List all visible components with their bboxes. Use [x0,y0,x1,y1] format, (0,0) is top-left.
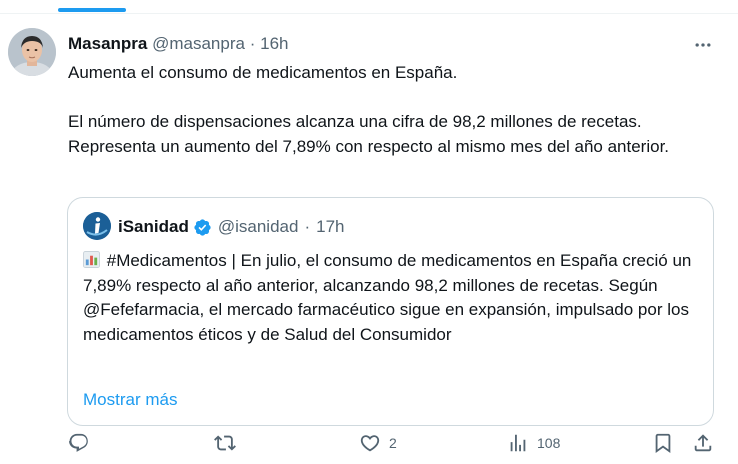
author-name[interactable]: Masanpra [68,34,147,53]
quoted-author-avatar[interactable] [83,212,111,240]
tweet-text: Aumenta el consumo de medicamentos en Es… [68,61,698,159]
author-handle[interactable]: @masanpra [152,34,245,53]
author-avatar[interactable] [8,28,56,76]
like-count: 2 [389,435,397,451]
views-button[interactable]: 108 [507,428,560,458]
quoted-tweet-text: #Medicamentos | En julio, el consumo de … [83,249,703,347]
show-more-link[interactable]: Mostrar más [83,388,177,412]
tweet[interactable]: Masanpra @masanpra · 16h Aumenta el cons… [0,14,738,464]
tweet-text-line: Aumenta el consumo de medicamentos en Es… [68,63,458,82]
views-count: 108 [537,435,561,451]
quoted-tweet-timestamp[interactable]: 17h [316,216,344,238]
more-icon [695,43,711,47]
bookmark-icon [655,433,671,454]
quoted-tweet-body: #Medicamentos | En julio, el consumo de … [83,251,692,344]
quoted-tweet[interactable]: iSanidad @isanidad · 17h #Medicamentos |… [67,197,714,426]
like-button[interactable]: 2 [359,428,397,458]
reply-icon [69,433,88,452]
active-tab-indicator [58,8,126,12]
share-button[interactable] [692,428,714,458]
separator-dot: · [304,217,311,236]
tweet-timestamp[interactable]: 16h [260,34,288,53]
bookmark-button[interactable] [652,428,674,458]
separator-dot: · [249,34,256,53]
bar-chart-emoji-icon [83,251,100,268]
views-chart-icon [510,434,526,452]
retweet-button[interactable] [214,428,244,458]
retweet-icon [214,435,236,451]
tweet-text-paragraph: El número de dispensaciones alcanza una … [68,112,670,156]
verified-badge-icon [193,218,212,237]
quoted-author-handle[interactable]: @isanidad [218,216,299,238]
heart-icon [360,435,380,452]
quoted-author-name[interactable]: iSanidad [118,216,189,238]
reply-button[interactable] [68,428,98,458]
tweet-actions-bar: 2 108 [0,428,738,458]
quoted-tweet-header: iSanidad @isanidad · 17h [118,216,345,238]
more-options-button[interactable] [688,30,718,60]
tweet-header: Masanpra @masanpra · 16h [68,33,288,55]
share-icon [694,434,712,452]
